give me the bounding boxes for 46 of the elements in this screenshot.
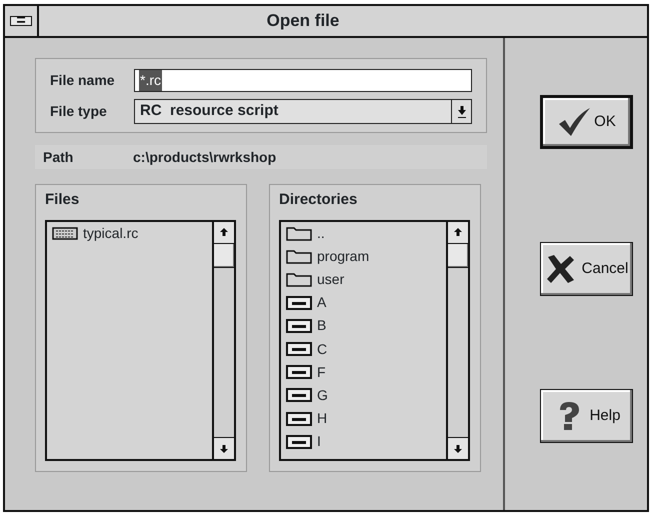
list-item[interactable]: user [317,268,344,290]
scroll-thumb[interactable] [214,244,234,268]
dropdown-arrow-icon [456,106,466,118]
list-item[interactable]: F [317,362,326,383]
list-item[interactable]: G [317,384,328,406]
list-item[interactable]: .. [317,222,325,244]
scroll-thumb[interactable] [448,244,468,268]
list-item[interactable]: H [317,408,328,430]
directories-list[interactable]: .. program user A B C F G H I [279,220,470,461]
files-list[interactable]: typical.rc [45,220,236,461]
list-item[interactable]: B [317,315,326,336]
field-label: File type [50,102,108,121]
cancel-button[interactable]: Cancel [540,242,632,296]
drive-icon [286,341,312,358]
list-item[interactable]: typical.rc [83,222,138,244]
window-title: Open file [266,10,340,32]
field-label: File name [50,71,116,90]
scrollbar[interactable] [446,222,468,459]
scroll-up-icon [219,227,229,237]
list-label: Files [45,190,80,210]
scroll-down-icon [219,444,229,454]
list-item[interactable]: C [317,338,328,360]
drive-icon [286,410,312,427]
scrollbar[interactable] [212,222,234,459]
ok-button[interactable]: OK [540,95,632,149]
scroll-up-icon [453,227,463,237]
list-item[interactable]: A [317,292,326,314]
help-button[interactable]: Help [540,389,632,443]
drive-icon [286,434,312,450]
drive-icon [286,294,312,311]
list-item[interactable]: I [317,431,321,452]
folder-icon [286,248,312,264]
scroll-down-icon [453,444,463,454]
file-type-dropdown[interactable]: RC resource script [134,99,472,124]
drive-icon [286,364,312,380]
folder-icon [286,225,312,242]
keyboard-icon [52,225,78,242]
list-label: Directories [279,190,358,210]
drive-icon [286,318,312,334]
file-name-field[interactable]: *.rc [134,69,472,92]
field-value: *.rc [139,70,162,91]
list-item[interactable]: program [317,246,370,267]
folder-icon [286,271,312,288]
path-label: Path [43,148,74,166]
path-text: c:\products\rwrkshop [133,148,276,167]
drive-icon [286,387,312,404]
